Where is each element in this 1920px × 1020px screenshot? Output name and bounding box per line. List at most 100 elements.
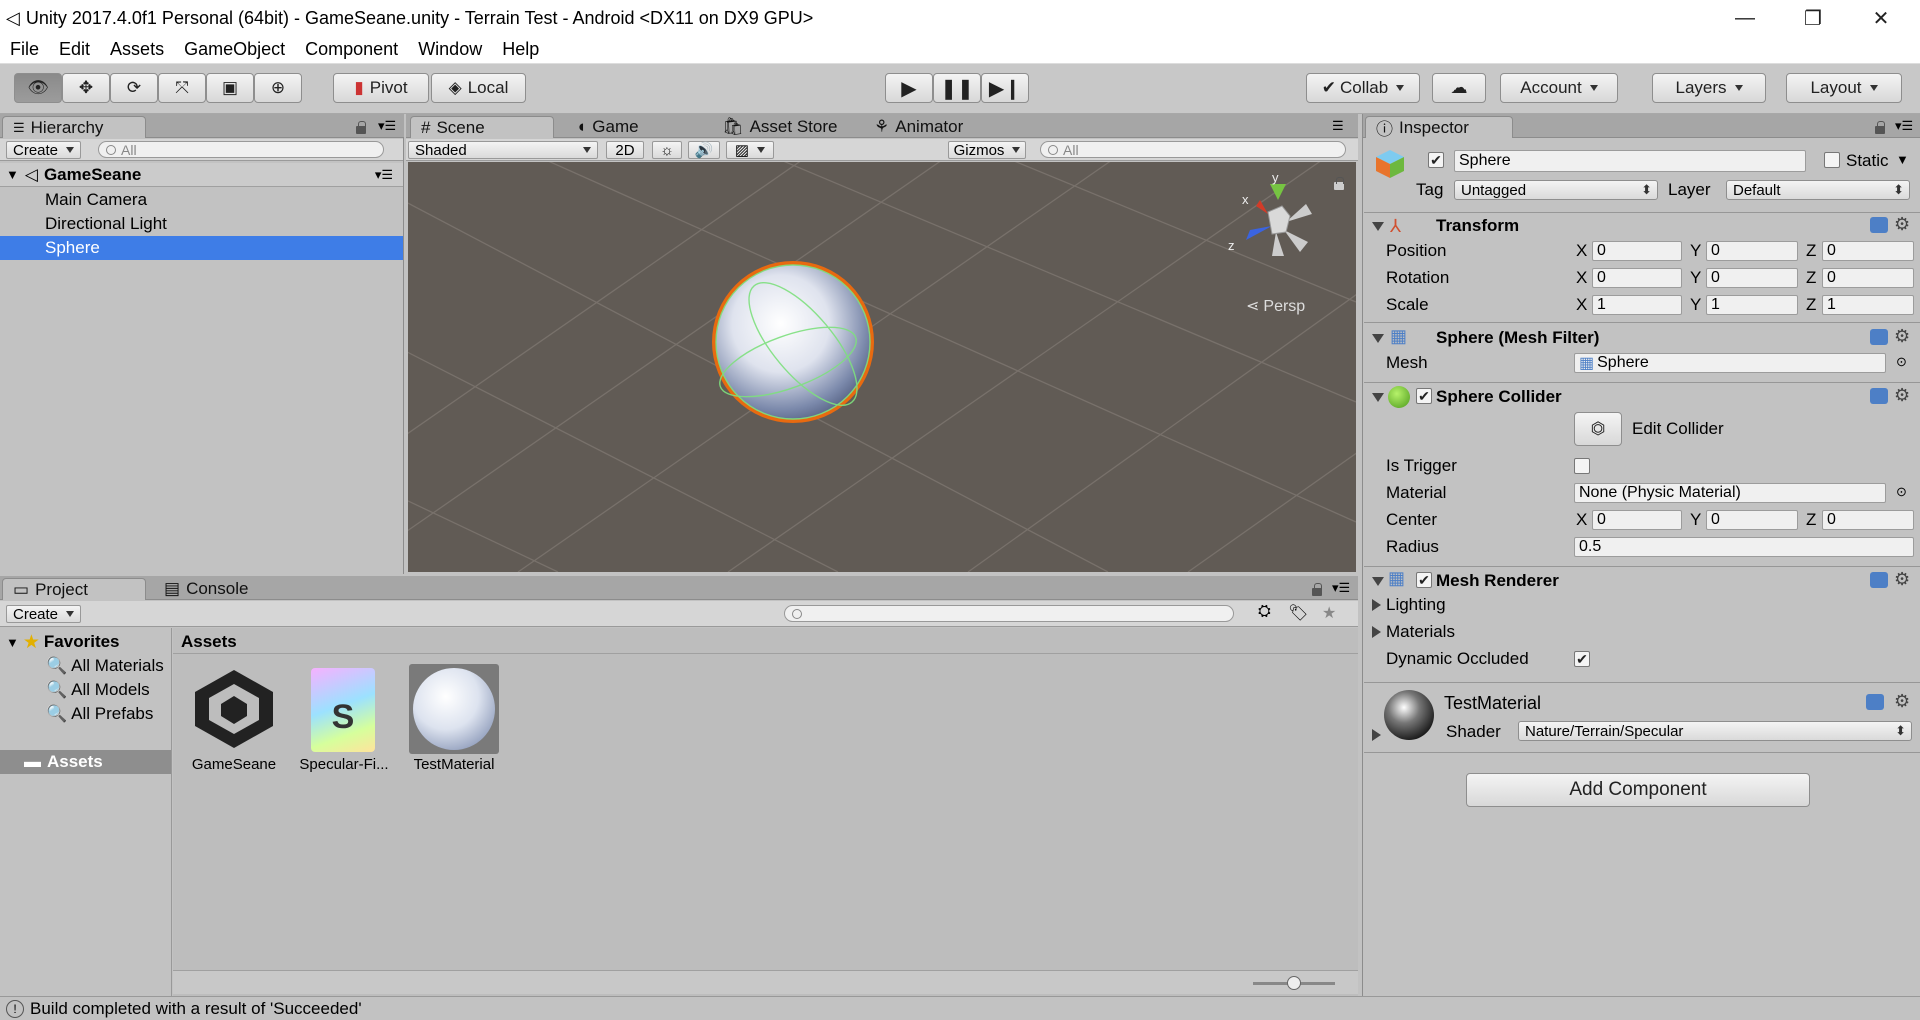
hierarchy-item-sphere[interactable]: Sphere [0, 236, 403, 260]
rotation-x-field[interactable]: 0 [1592, 268, 1682, 288]
persp-label[interactable]: ⋖ Persp [1246, 296, 1305, 316]
help-book-icon[interactable] [1870, 388, 1888, 404]
materials-foldout[interactable]: Materials [1386, 621, 1455, 643]
pause-button[interactable]: ❚❚ [933, 73, 981, 103]
collider-foldout-icon[interactable] [1372, 393, 1384, 402]
minimize-button[interactable]: — [1716, 0, 1774, 36]
rect-tool-button[interactable]: ▣ [206, 73, 254, 103]
tag-dropdown[interactable]: Untagged [1454, 180, 1658, 200]
local-button[interactable]: ◈ Local [431, 73, 526, 103]
project-lock-icon[interactable] [1312, 583, 1322, 596]
scene-search-input[interactable]: All [1040, 141, 1346, 158]
tab-console[interactable]: ▤ Console [154, 578, 258, 600]
rotate-tool-button[interactable]: ⟳ [110, 73, 158, 103]
scale-x-field[interactable]: 1 [1592, 295, 1682, 315]
expand-arrow-icon[interactable]: ▼ [6, 167, 19, 182]
rotation-z-field[interactable]: 0 [1822, 268, 1914, 288]
asset-item-testmaterial[interactable]: TestMaterial [409, 664, 499, 784]
lock-icon[interactable] [356, 121, 366, 134]
icon-size-slider-thumb[interactable] [1287, 976, 1301, 990]
scene-viewport[interactable]: y x z ⋖ Persp [408, 162, 1356, 572]
audio-toggle[interactable]: 🔊 [688, 141, 720, 159]
help-book-icon[interactable] [1870, 572, 1888, 588]
scale-z-field[interactable]: 1 [1822, 295, 1914, 315]
meshfilter-foldout-icon[interactable] [1372, 334, 1384, 343]
gear-icon[interactable]: ⚙ [1894, 569, 1910, 590]
position-z-field[interactable]: 0 [1822, 241, 1914, 261]
rotation-y-field[interactable]: 0 [1706, 268, 1798, 288]
transform-tool-button[interactable]: ⊕ [254, 73, 302, 103]
center-z-field[interactable]: 0 [1822, 510, 1914, 530]
collab-button[interactable]: ✔ Collab [1306, 73, 1420, 103]
tab-asset-store[interactable]: 🛍 Asset Store [712, 116, 847, 138]
scene-panel-menu-icon[interactable]: ☰ [1332, 118, 1344, 134]
object-picker-icon[interactable]: ⊙ [1896, 484, 1907, 500]
restore-button[interactable]: ❐ [1784, 0, 1842, 36]
tab-inspector[interactable]: ⓘ Inspector [1365, 116, 1513, 139]
help-book-icon[interactable] [1866, 694, 1884, 710]
gear-icon[interactable]: ⚙ [1894, 214, 1910, 235]
radius-field[interactable]: 0.5 [1574, 537, 1914, 557]
project-panel-menu-icon[interactable]: ▾☰ [1332, 580, 1350, 596]
cloud-button[interactable]: ☁ [1432, 73, 1486, 103]
collider-enabled-checkbox[interactable]: ✔ [1416, 388, 1432, 404]
favorite-item-all-models[interactable]: 🔍 All Models [0, 678, 172, 702]
assets-folder-row[interactable]: ▬ Assets [0, 750, 171, 774]
shading-mode-dropdown[interactable]: Shaded [408, 141, 598, 159]
help-book-icon[interactable] [1870, 329, 1888, 345]
mesh-field[interactable]: ▦ Sphere [1574, 353, 1886, 373]
play-button[interactable]: ▶ [885, 73, 933, 103]
menu-component[interactable]: Component [295, 39, 408, 60]
layout-button[interactable]: Layout [1786, 73, 1902, 103]
pivot-button[interactable]: ▮ Pivot [333, 73, 429, 103]
center-x-field[interactable]: 0 [1592, 510, 1682, 530]
position-y-field[interactable]: 0 [1706, 241, 1798, 261]
expand-arrow-icon[interactable]: ▼ [6, 635, 19, 650]
favorites-row[interactable]: ▼ ★ Favorites [0, 630, 172, 654]
menu-gameobject[interactable]: GameObject [174, 39, 295, 60]
favorite-item-all-prefabs[interactable]: 🔍 All Prefabs [0, 702, 172, 726]
inspector-menu-icon[interactable]: ▾☰ [1895, 118, 1913, 134]
hierarchy-item-directional-light[interactable]: Directional Light [0, 212, 403, 236]
menu-help[interactable]: Help [492, 39, 549, 60]
active-checkbox[interactable]: ✔ [1428, 152, 1444, 168]
position-x-field[interactable]: 0 [1592, 241, 1682, 261]
shader-dropdown[interactable]: Nature/Terrain/Specular [1518, 721, 1912, 741]
menu-window[interactable]: Window [408, 39, 492, 60]
gizmo-lock-icon[interactable] [1334, 177, 1344, 190]
lighting-foldout[interactable]: Lighting [1386, 594, 1446, 616]
lighting-toggle[interactable]: ☼ [652, 141, 682, 159]
gear-icon[interactable]: ⚙ [1894, 691, 1910, 712]
layers-button[interactable]: Layers [1652, 73, 1766, 103]
inspector-lock-icon[interactable] [1875, 121, 1885, 134]
gear-icon[interactable]: ⚙ [1894, 385, 1910, 406]
static-checkbox[interactable] [1824, 152, 1840, 168]
object-name-field[interactable]: Sphere [1454, 150, 1806, 172]
layer-dropdown[interactable]: Default [1726, 180, 1910, 200]
materials-foldout-icon[interactable] [1372, 626, 1381, 638]
effects-dropdown[interactable]: ▨ [726, 141, 774, 159]
asset-item-specular-shader[interactable]: S Specular-Fi... [299, 664, 389, 784]
menu-edit[interactable]: Edit [49, 39, 100, 60]
favorite-item-all-materials[interactable]: 🔍 All Materials [0, 654, 172, 678]
add-component-button[interactable]: Add Component [1466, 773, 1810, 807]
scene-menu-icon[interactable]: ▾☰ [375, 167, 393, 183]
filter-label-icon[interactable]: 🏷 [1288, 603, 1308, 623]
tab-hierarchy[interactable]: ☰ Hierarchy [2, 116, 146, 138]
step-button[interactable]: ▶❙ [981, 73, 1029, 103]
material-foldout-icon[interactable] [1372, 729, 1381, 741]
help-book-icon[interactable] [1870, 217, 1888, 233]
scene-root-row[interactable]: ▼ ◁ GameSeane ▾☰ [0, 163, 403, 187]
gizmos-dropdown[interactable]: Gizmos [948, 141, 1026, 159]
tab-project[interactable]: ▭ Project [2, 578, 146, 600]
center-y-field[interactable]: 0 [1706, 510, 1798, 530]
move-tool-button[interactable]: ✥ [62, 73, 110, 103]
edit-collider-button[interactable]: ⏣ [1574, 412, 1622, 446]
menu-file[interactable]: File [0, 39, 49, 60]
hierarchy-search-input[interactable]: All [98, 141, 384, 158]
asset-item-gameseane[interactable]: GameSeane [189, 664, 279, 784]
hierarchy-create-button[interactable]: Create [6, 141, 82, 159]
lighting-foldout-icon[interactable] [1372, 599, 1381, 611]
renderer-enabled-checkbox[interactable]: ✔ [1416, 572, 1432, 588]
project-create-button[interactable]: Create [6, 605, 82, 623]
